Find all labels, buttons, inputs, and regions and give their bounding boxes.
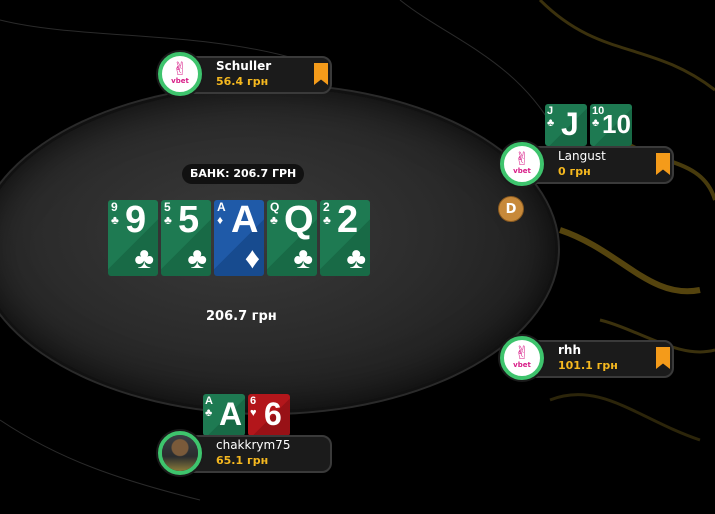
club-icon: ♣ — [547, 117, 555, 129]
hole-card: 10 ♣ 10 — [590, 104, 632, 146]
bookmark-flag-icon — [656, 153, 670, 175]
card-rank: Q — [270, 200, 280, 214]
card-rank-large: A — [219, 396, 243, 432]
avatar[interactable]: ✌ vbet — [500, 142, 544, 186]
player-photo — [162, 435, 198, 471]
hole-card: A ♣ A — [203, 394, 245, 436]
card-rank-large: J — [561, 106, 579, 142]
club-icon: ♣ — [270, 213, 278, 227]
community-cards: 9 ♣ 9 ♣ 5 ♣ 5 ♣ A ♦ A ♦ Q ♣ Q ♣ 2 ♣ 2 ♣ — [108, 200, 370, 276]
diamond-icon: ♦ — [244, 242, 260, 275]
card-rank: A — [205, 395, 213, 407]
card-rank: A — [217, 200, 226, 214]
hole-card: J ♣ J — [545, 104, 587, 146]
player-name: Schuller — [216, 59, 272, 73]
avatar[interactable] — [158, 431, 202, 475]
card-rank-large: 9 — [125, 200, 147, 241]
heart-icon: ♥ — [250, 407, 257, 419]
pot-label: БАНК: 206.7 ГРН — [182, 164, 305, 184]
card-rank: 9 — [111, 200, 118, 214]
avatar[interactable]: ✌ vbet — [500, 336, 544, 380]
board-card: 9 ♣ 9 ♣ — [108, 200, 158, 276]
card-rank: 5 — [164, 200, 171, 214]
card-rank-large: Q — [284, 200, 314, 241]
card-rank: J — [547, 105, 554, 117]
card-rank-large: A — [231, 200, 259, 241]
card-rank-large: 10 — [602, 109, 631, 139]
club-icon: ♣ — [293, 242, 313, 275]
vbet-logo-icon: ✌ vbet — [171, 59, 189, 86]
diamond-icon: ♦ — [217, 213, 224, 227]
player-stack: 65.1 грн — [216, 454, 269, 467]
avatar[interactable]: ✌ vbet — [158, 52, 202, 96]
card-rank-large: 6 — [264, 396, 282, 432]
card-rank: 2 — [323, 200, 330, 214]
club-icon: ♣ — [323, 213, 331, 227]
club-icon: ♣ — [592, 117, 600, 129]
vbet-logo-icon: ✌ vbet — [513, 149, 531, 176]
player-name: chakkrym75 — [216, 438, 291, 452]
seat-langust[interactable]: ✌ vbet Langust 0 грн — [500, 142, 674, 186]
seat-rhh[interactable]: ✌ vbet rhh 101.1 грн — [500, 336, 674, 380]
dealer-button: D — [498, 196, 524, 222]
player-stack: 56.4 грн — [216, 75, 269, 88]
bookmark-flag-icon — [656, 347, 670, 369]
langust-hole-cards: J ♣ J 10 ♣ 10 — [545, 104, 632, 146]
player-name: Langust — [558, 149, 606, 163]
club-icon: ♣ — [111, 213, 119, 227]
club-icon: ♣ — [134, 242, 154, 275]
board-card: 2 ♣ 2 ♣ — [320, 200, 370, 276]
club-icon: ♣ — [205, 407, 213, 419]
player-name: rhh — [558, 343, 582, 357]
card-rank-large: 5 — [178, 200, 200, 241]
card-rank: 6 — [250, 395, 257, 407]
chakkrym75-hole-cards: A ♣ A 6 ♥ 6 — [203, 394, 290, 436]
bookmark-flag-icon — [314, 63, 328, 85]
club-icon: ♣ — [346, 242, 366, 275]
pot-amount: 206.7 грн — [206, 309, 277, 324]
club-icon: ♣ — [164, 213, 172, 227]
board-card: Q ♣ Q ♣ — [267, 200, 317, 276]
board-card: 5 ♣ 5 ♣ — [161, 200, 211, 276]
vbet-logo-icon: ✌ vbet — [513, 343, 531, 370]
card-rank-large: 2 — [337, 200, 359, 241]
club-icon: ♣ — [187, 242, 207, 275]
player-stack: 101.1 грн — [558, 359, 618, 372]
seat-schuller[interactable]: ✌ vbet Schuller 56.4 грн — [158, 52, 332, 96]
hole-card: 6 ♥ 6 — [248, 394, 290, 436]
board-card: A ♦ A ♦ — [214, 200, 264, 276]
seat-chakkrym75[interactable]: chakkrym75 65.1 грн — [158, 431, 332, 475]
player-stack: 0 грн — [558, 165, 591, 178]
